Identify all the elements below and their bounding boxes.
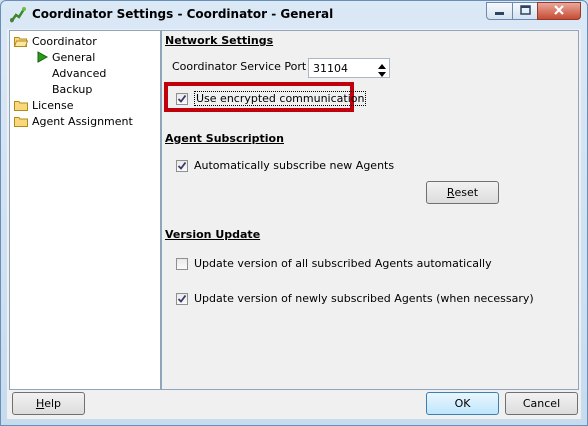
minimize-icon — [494, 5, 505, 18]
folder-icon — [14, 116, 28, 127]
checkbox[interactable] — [176, 292, 188, 305]
tree-item-label: Backup — [52, 82, 93, 96]
encrypted-communication-checkbox[interactable]: Use encrypted communication — [176, 91, 367, 106]
tree-item-backup[interactable]: Backup — [52, 81, 92, 97]
ok-button[interactable]: OK — [426, 392, 499, 415]
checkbox[interactable] — [176, 92, 188, 105]
checkbox-label: Automatically subscribe new Agents — [194, 159, 395, 172]
folder-icon — [14, 100, 28, 111]
cancel-button[interactable]: Cancel — [505, 392, 578, 415]
port-value[interactable]: 31104 — [313, 62, 348, 75]
tree-item-label: General — [52, 50, 96, 64]
network-settings-heading: Network Settings — [165, 34, 274, 47]
ok-label: OK — [454, 397, 471, 410]
spin-down-icon[interactable] — [377, 69, 387, 77]
help-label: elp — [44, 397, 62, 410]
update-all-checkbox[interactable]: Update version of all subscribed Agents … — [176, 257, 492, 270]
checkbox-label: Update version of all subscribed Agents … — [194, 257, 492, 270]
close-button[interactable] — [537, 2, 581, 20]
checkbox[interactable] — [176, 257, 188, 270]
port-stepper[interactable]: 31104 — [308, 58, 390, 78]
checkbox-label: Update version of newly subscribed Agent… — [194, 292, 534, 305]
tree-item-label: Advanced — [52, 66, 107, 80]
help-mnemonic: H — [35, 397, 45, 410]
maximize-icon — [519, 4, 531, 18]
arrow-right-icon — [36, 51, 49, 63]
help-button[interactable]: Help — [12, 392, 85, 415]
minimize-button[interactable] — [486, 2, 513, 20]
update-new-checkbox[interactable]: Update version of newly subscribed Agent… — [176, 292, 534, 305]
reset-mnemonic: R — [446, 186, 455, 199]
settings-panel: Network Settings Coordinator Service Por… — [161, 30, 579, 390]
dialog-body: Coordinator General Advanced Backup Lice… — [7, 29, 581, 419]
reset-button[interactable]: Reset — [426, 181, 499, 204]
tree-item-coordinator[interactable]: Coordinator — [14, 33, 97, 49]
maximize-button[interactable] — [512, 2, 538, 20]
reset-label: eset — [454, 186, 479, 199]
settings-tree[interactable]: Coordinator General Advanced Backup Lice… — [9, 30, 161, 390]
tree-item-label: License — [32, 98, 74, 112]
checkbox[interactable] — [176, 159, 188, 172]
tree-item-license[interactable]: License — [14, 97, 73, 113]
spin-up-icon[interactable] — [377, 60, 387, 69]
auto-subscribe-checkbox[interactable]: Automatically subscribe new Agents — [176, 159, 394, 172]
port-label: Coordinator Service Port — [172, 60, 307, 73]
tree-item-label: Agent Assignment — [32, 114, 133, 128]
folder-open-icon — [14, 36, 28, 47]
tree-item-label: Coordinator — [32, 34, 97, 48]
window-title: Coordinator Settings - Coordinator - Gen… — [32, 7, 334, 21]
version-update-heading: Version Update — [165, 228, 261, 241]
tree-item-agent-assignment[interactable]: Agent Assignment — [14, 113, 133, 129]
checkbox-label: Use encrypted communication — [194, 91, 367, 106]
settings-window: Coordinator Settings - Coordinator - Gen… — [0, 0, 588, 426]
app-icon — [9, 6, 27, 24]
title-bar[interactable]: Coordinator Settings - Coordinator - Gen… — [1, 1, 587, 29]
cancel-label: Cancel — [522, 397, 561, 410]
agent-subscription-heading: Agent Subscription — [165, 132, 284, 145]
close-icon — [553, 4, 565, 18]
tree-item-general[interactable]: General — [36, 49, 95, 65]
tree-item-advanced[interactable]: Advanced — [52, 65, 106, 81]
